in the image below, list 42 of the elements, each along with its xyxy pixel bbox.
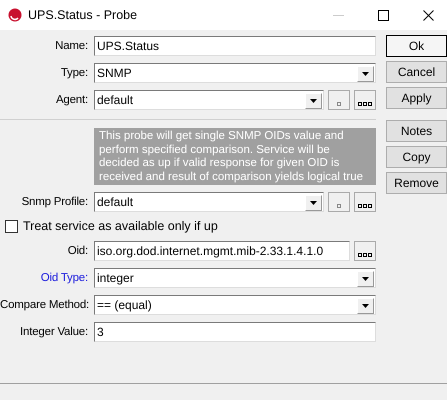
field-label: Name: xyxy=(54,40,89,52)
dropdown[interactable]: default xyxy=(94,90,324,110)
browse-button[interactable] xyxy=(354,90,376,110)
close-icon[interactable] xyxy=(423,10,434,20)
dropdown-arrow-icon xyxy=(362,304,369,308)
dropdown-arrow-icon xyxy=(310,201,317,205)
dialog-button[interactable]: Apply xyxy=(386,87,447,109)
dropdown[interactable]: SNMP xyxy=(94,63,376,83)
field-label: Oid: xyxy=(66,245,89,257)
window-title: UPS.Status - Probe xyxy=(28,8,138,22)
dialog-button[interactable]: Copy xyxy=(386,146,447,168)
checkbox-label[interactable]: Treat service as available only if up xyxy=(23,219,218,233)
field-label-link[interactable]: Oid Type: xyxy=(0,272,91,284)
dialog-button[interactable]: Remove xyxy=(386,172,447,194)
dropdown-arrow-icon xyxy=(310,99,317,103)
field-label: Agent: xyxy=(54,94,89,106)
small-square-icon xyxy=(337,102,341,106)
field-label: Integer Value: xyxy=(19,326,89,338)
app-icon xyxy=(8,8,22,22)
three-squares-icon xyxy=(358,102,372,106)
browse-button[interactable] xyxy=(354,241,376,261)
dropdown-arrow-icon xyxy=(362,277,369,281)
dialog-button[interactable]: Ok xyxy=(386,35,447,57)
three-squares-icon xyxy=(358,204,372,208)
info-text: This probe will get single SNMP OIDs value and perform specified comparison. Service will be decided as up if valid response for given OID is received and result of comparison yields logical true xyxy=(94,128,376,185)
input-field[interactable]: iso.org.dod.internet.mgmt.mib-2.33.1.4.1.0 xyxy=(94,241,350,261)
dropdown[interactable]: default xyxy=(94,192,324,212)
field-label: Compare Method: xyxy=(0,299,90,311)
dialog-button[interactable]: Cancel xyxy=(386,61,447,83)
browse-button[interactable] xyxy=(354,192,376,212)
field-label: Snmp Profile: xyxy=(20,196,89,208)
three-squares-icon xyxy=(358,253,372,257)
dropdown-arrow-icon xyxy=(362,72,369,76)
input-field[interactable]: UPS.Status xyxy=(94,36,376,56)
dropdown[interactable]: integer xyxy=(94,268,376,288)
input-field[interactable]: 3 xyxy=(94,322,376,342)
dropdown[interactable]: == (equal) xyxy=(94,295,376,315)
checkbox[interactable] xyxy=(5,220,18,232)
dialog-button[interactable]: Notes xyxy=(386,120,447,142)
maximize-icon[interactable] xyxy=(378,10,389,20)
small-square-icon xyxy=(337,204,341,208)
field-label: Type: xyxy=(60,67,89,79)
